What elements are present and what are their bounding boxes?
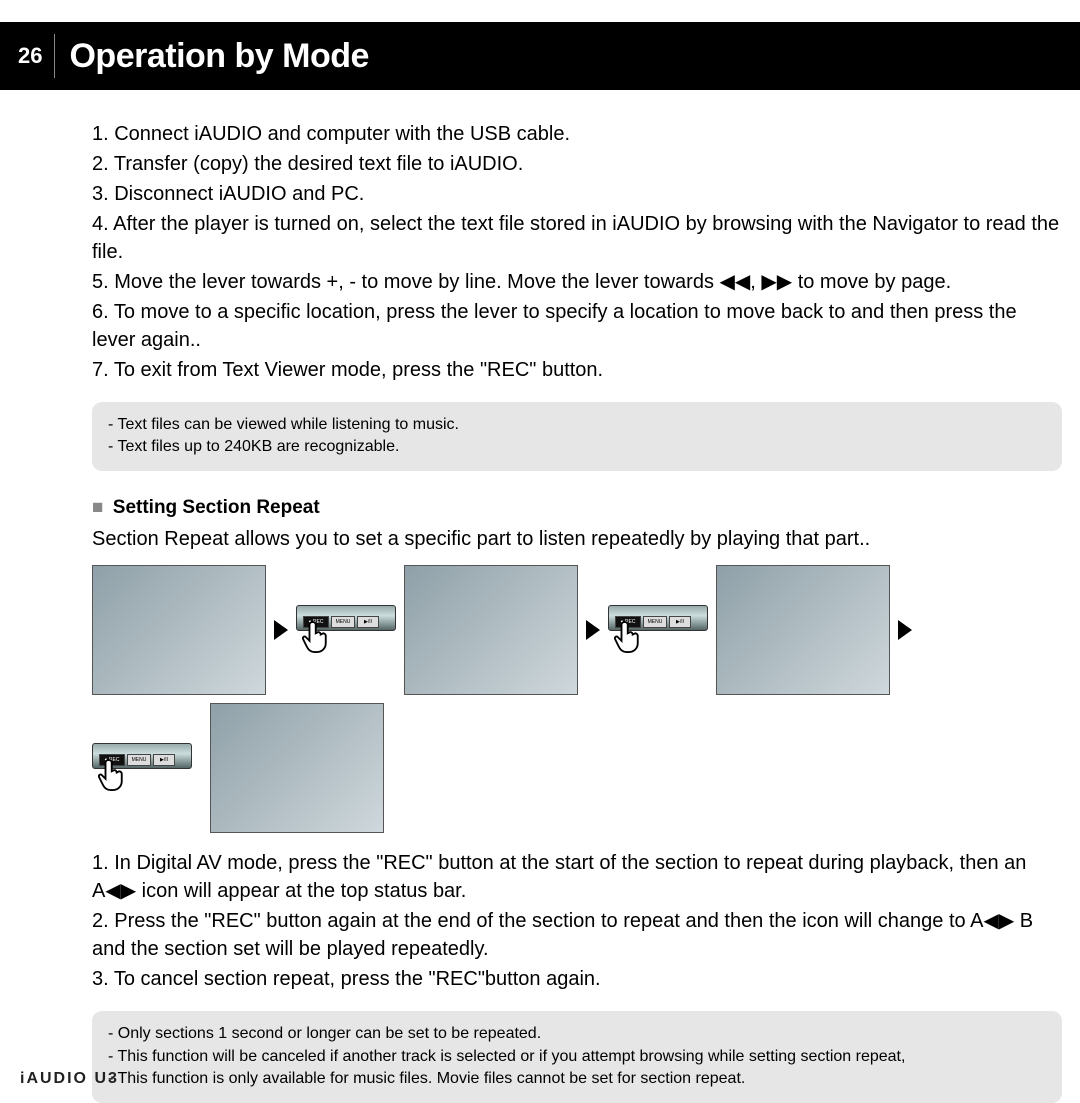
screen-placeholder: [210, 703, 384, 833]
diagram-row-2: ● REC MENU ▶/II: [92, 703, 1062, 833]
footer-model: iAUDIO U3: [20, 1070, 119, 1088]
play-button-label: ▶/II: [357, 616, 379, 628]
hand-pointer-icon: [614, 619, 644, 663]
note-line: - Text files up to 240KB are recognizabl…: [108, 436, 1046, 458]
page-number: 26: [18, 43, 42, 69]
step-7: 7. To exit from Text Viewer mode, press …: [92, 356, 1062, 384]
arrow-icon: [274, 620, 288, 640]
device-illustration: ● REC MENU ▶/II: [608, 605, 708, 655]
device-illustration: ● REC MENU ▶/II: [92, 743, 192, 793]
bottom-steps: 1. In Digital AV mode, press the "REC" b…: [92, 849, 1062, 993]
note-line: - This function will be canceled if anot…: [108, 1046, 1046, 1068]
top-steps: 1. Connect iAUDIO and computer with the …: [92, 120, 1062, 384]
section-title: ■ Setting Section Repeat: [92, 495, 1062, 522]
bullet-icon: ■: [92, 497, 103, 518]
note-line: - This function is only available for mu…: [108, 1068, 1046, 1090]
section-description: Section Repeat allows you to set a speci…: [92, 525, 1062, 553]
step-2: 2. Transfer (copy) the desired text file…: [92, 150, 1062, 178]
arrow-icon: [898, 620, 912, 640]
play-button-label: ▶/II: [669, 616, 691, 628]
note-box-top: - Text files can be viewed while listeni…: [92, 402, 1062, 471]
screen-placeholder: [404, 565, 578, 695]
page-content: 1. Connect iAUDIO and computer with the …: [0, 90, 1080, 1103]
screen-placeholder: [92, 565, 266, 695]
menu-button-label: MENU: [643, 616, 667, 628]
device-illustration: ● REC MENU ▶/II: [296, 605, 396, 655]
step-6: 6. To move to a specific location, press…: [92, 298, 1062, 354]
diagram-row-1: ● REC MENU ▶/II ● REC MENU ▶/II: [92, 565, 1062, 695]
step-b1: 1. In Digital AV mode, press the "REC" b…: [92, 849, 1062, 905]
step-b3: 3. To cancel section repeat, press the "…: [92, 965, 1062, 993]
screen-placeholder: [716, 565, 890, 695]
step-4: 4. After the player is turned on, select…: [92, 210, 1062, 266]
hand-pointer-icon: [302, 619, 332, 663]
note-box-bottom: - Only sections 1 second or longer can b…: [92, 1011, 1062, 1102]
play-button-label: ▶/II: [153, 754, 175, 766]
step-3: 3. Disconnect iAUDIO and PC.: [92, 180, 1062, 208]
step-b2: 2. Press the "REC" button again at the e…: [92, 907, 1062, 963]
header-divider: [54, 34, 55, 78]
section-title-text: Setting Section Repeat: [113, 497, 320, 518]
note-line: - Text files can be viewed while listeni…: [108, 414, 1046, 436]
menu-button-label: MENU: [331, 616, 355, 628]
menu-button-label: MENU: [127, 754, 151, 766]
arrow-icon: [586, 620, 600, 640]
note-line: - Only sections 1 second or longer can b…: [108, 1023, 1046, 1045]
hand-pointer-icon: [98, 757, 128, 801]
page-title: Operation by Mode: [69, 37, 368, 76]
page-header: 26 Operation by Mode: [0, 22, 1080, 90]
step-1: 1. Connect iAUDIO and computer with the …: [92, 120, 1062, 148]
step-5: 5. Move the lever towards +, - to move b…: [92, 268, 1062, 296]
